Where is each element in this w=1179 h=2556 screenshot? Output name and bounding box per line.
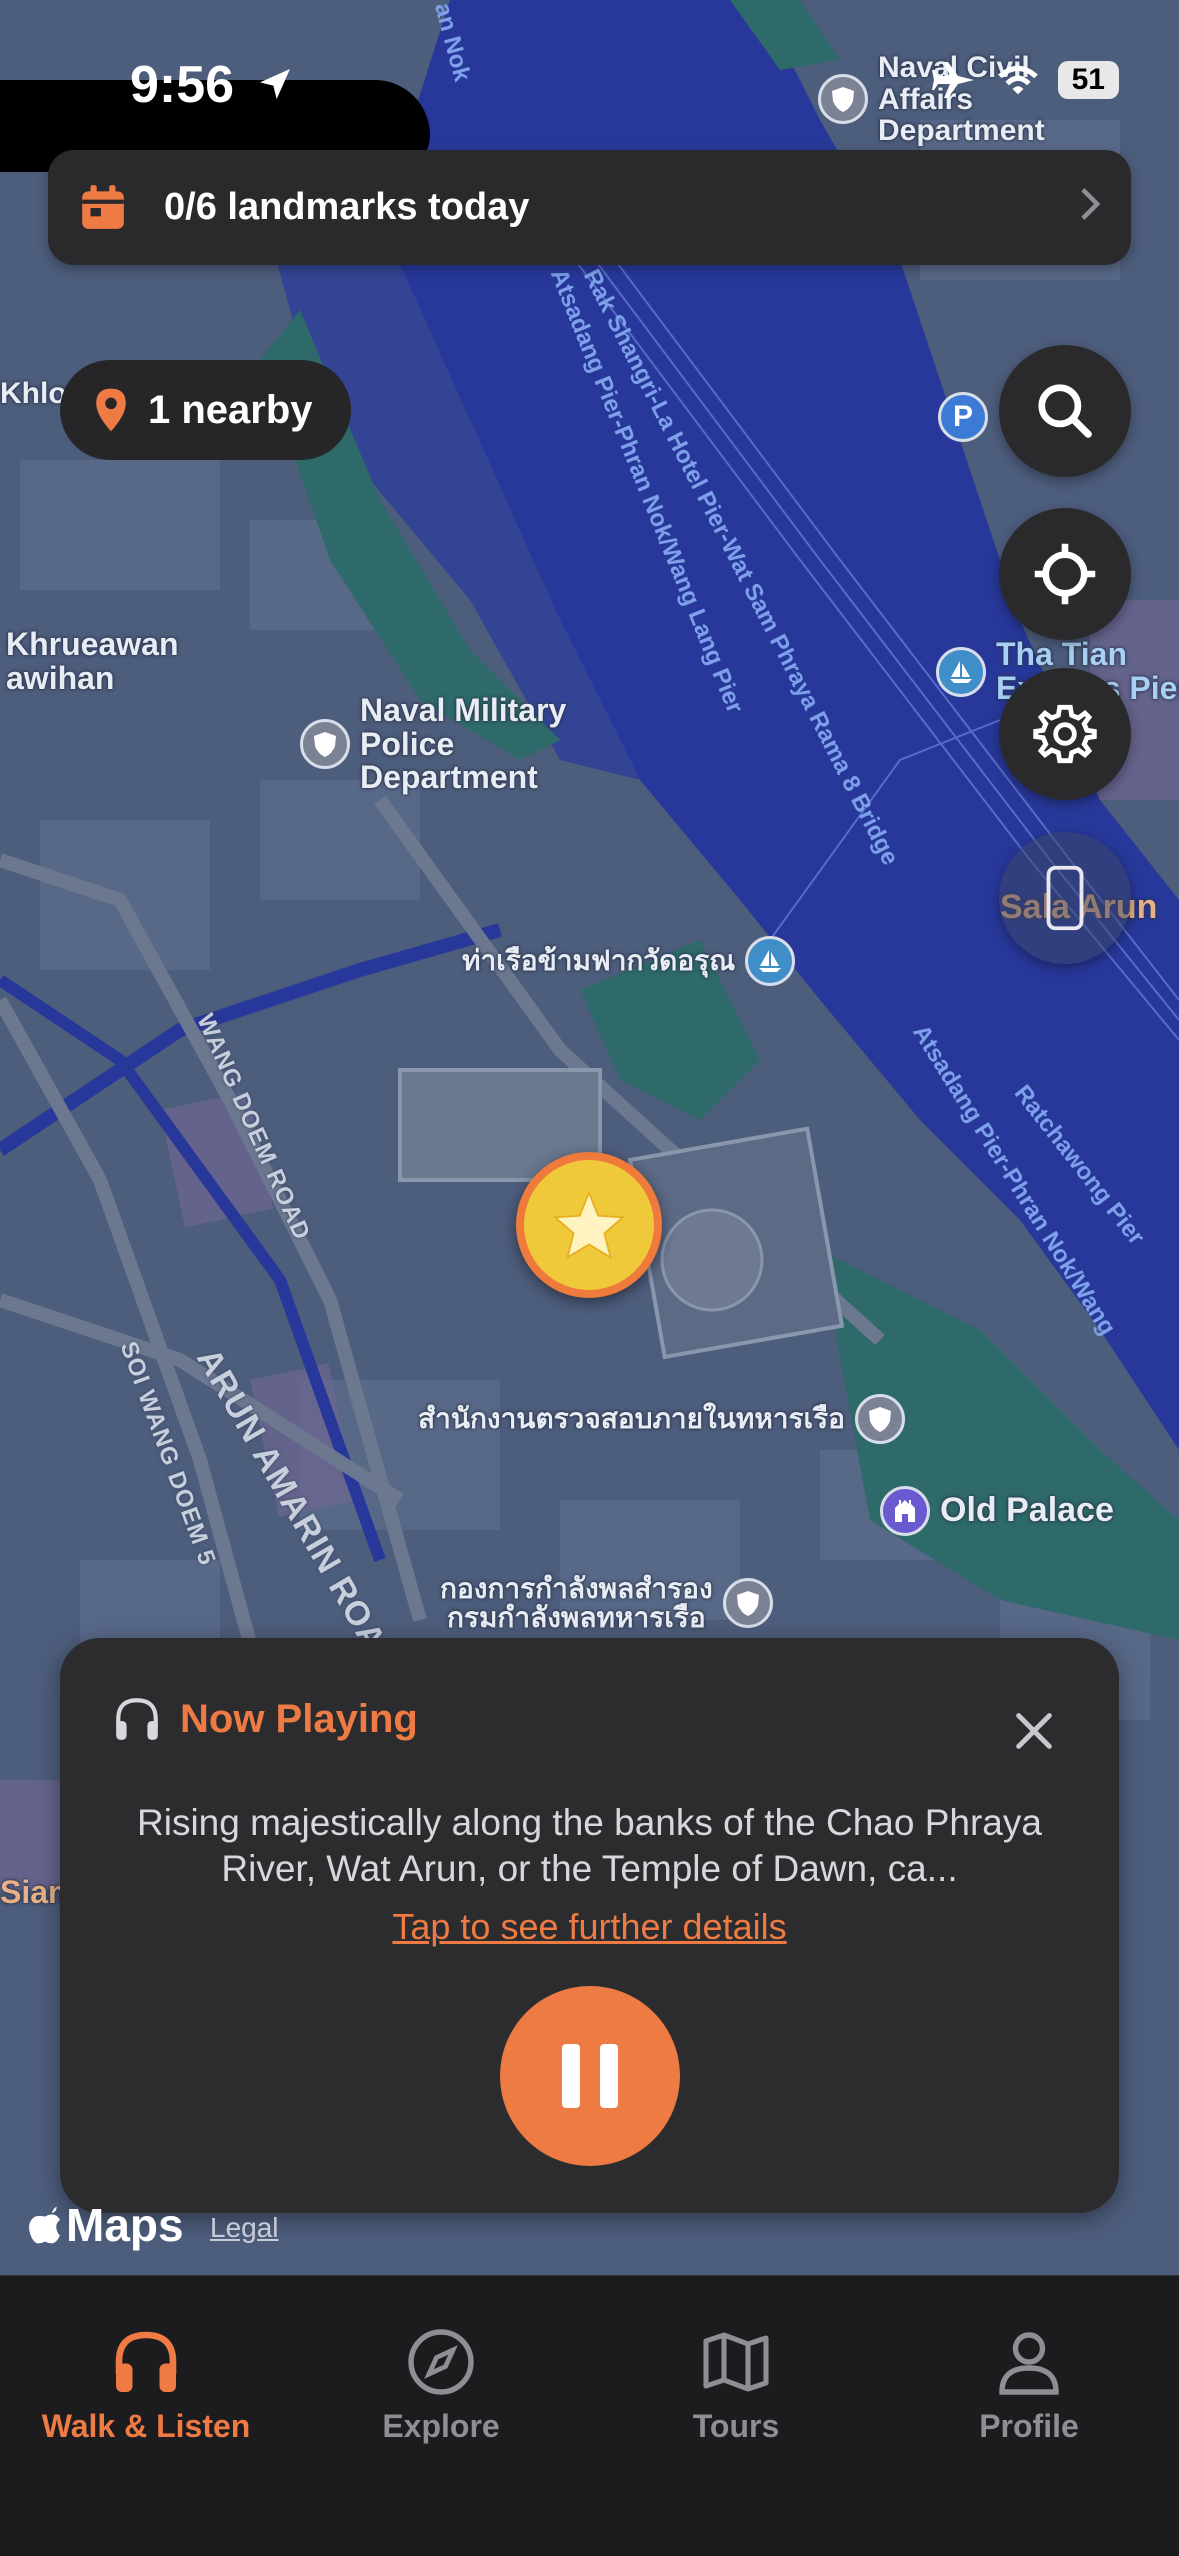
tab-walk-listen[interactable]: Walk & Listen: [16, 2326, 276, 2445]
nearby-count: 1 nearby: [148, 387, 313, 432]
star-icon: [552, 1190, 626, 1260]
tab-bar: Walk & Listen Explore Tours Profile: [0, 2275, 1179, 2556]
boat-icon: [936, 646, 986, 697]
poi-old-palace[interactable]: Old Palace: [880, 1486, 1114, 1536]
poi-naval-force[interactable]: กองการกำลังพลสำรอง กรมกำลังพลทหารเรือ: [440, 1574, 773, 1633]
further-details-link[interactable]: Tap to see further details: [60, 1906, 1119, 1948]
now-playing-card: Now Playing Rising majestically along th…: [60, 1638, 1119, 2213]
location-arrow-icon: [259, 69, 290, 99]
tab-tours[interactable]: Tours: [606, 2326, 866, 2445]
now-playing-description: Rising majestically along the banks of t…: [137, 1802, 1042, 1889]
close-button[interactable]: [1011, 1708, 1057, 1754]
pause-button[interactable]: [500, 1986, 680, 2166]
search-button[interactable]: [999, 345, 1131, 477]
poi-label: ท่าเรือข้ามฟากวัดอรุณ: [462, 945, 736, 977]
poi-parking[interactable]: P: [938, 392, 988, 442]
map-label-khrueawan: Khrueawan awihan: [6, 626, 179, 696]
legal-link[interactable]: Legal: [210, 2212, 279, 2244]
person-icon: [999, 2332, 1059, 2395]
pause-bar-right: [600, 2044, 618, 2108]
poi-label: สำนักงานตรวจสอบภายในทหารเรือ: [418, 1403, 845, 1435]
poi-naval-military[interactable]: Naval Military Police Department: [300, 692, 567, 796]
status-indicators: 51: [930, 60, 1119, 100]
status-time-text: 9:56: [130, 56, 235, 114]
headphones-icon: [116, 1698, 158, 1740]
settings-button[interactable]: [999, 668, 1131, 800]
poi-ferry-pier[interactable]: ท่าเรือข้ามฟากวัดอรุณ: [462, 936, 796, 986]
tab-label: Explore: [382, 2408, 500, 2444]
tab-label: Walk & Listen: [41, 2408, 251, 2444]
poi-label: กองการกำลังพลสำรอง กรมกำลังพลทหารเรือ: [440, 1573, 713, 1634]
device-button[interactable]: [999, 832, 1131, 964]
map-icon: [703, 2332, 769, 2392]
airplane-icon: [931, 62, 974, 98]
apple-maps-logo: Maps: [28, 2198, 184, 2252]
parking-icon: P: [938, 392, 988, 442]
boat-icon: [745, 936, 796, 986]
poi-naval-office[interactable]: สำนักงานตรวจสอบภายในทหารเรือ: [418, 1394, 905, 1444]
search-icon: [1038, 384, 1092, 438]
poi-label: Naval Military Police Department: [360, 692, 567, 796]
shield-icon: [300, 719, 350, 770]
landmarks-banner[interactable]: 0/6 landmarks today: [48, 150, 1131, 265]
close-icon: [1016, 1713, 1052, 1749]
chevron-right-icon: [1079, 183, 1101, 233]
tab-explore[interactable]: Explore: [311, 2326, 571, 2445]
poi-label: Old Palace: [940, 1491, 1114, 1530]
apple-icon: [29, 2206, 60, 2244]
landmarks-banner-text: 0/6 landmarks today: [164, 186, 530, 228]
battery-indicator: 51: [1057, 61, 1119, 99]
locate-me-button[interactable]: [999, 508, 1131, 640]
headphones-icon: [115, 2331, 177, 2392]
location-pin-icon: [96, 388, 126, 432]
phone-icon: [1046, 865, 1084, 931]
pause-bar-left: [562, 2044, 580, 2108]
wifi-icon: [997, 65, 1038, 95]
now-playing-title: Now Playing: [180, 1696, 418, 1741]
status-time: 9:56: [130, 55, 295, 115]
maps-logo-text: Maps: [66, 2199, 184, 2251]
palace-icon: [880, 1486, 930, 1536]
tab-profile[interactable]: Profile: [899, 2326, 1159, 2445]
crosshair-icon: [1034, 543, 1096, 605]
tab-label: Tours: [692, 2408, 780, 2444]
shield-icon: [818, 74, 868, 125]
calendar-icon: [82, 184, 124, 229]
compass-icon: [408, 2329, 474, 2395]
tab-label: Profile: [979, 2408, 1079, 2444]
shield-icon: [854, 1394, 905, 1444]
current-landmark-marker[interactable]: [516, 1152, 662, 1298]
now-playing-header: Now Playing: [112, 1694, 418, 1744]
shield-icon: [722, 1578, 773, 1629]
gear-icon: [1033, 704, 1097, 764]
nearby-pill[interactable]: 1 nearby: [60, 360, 351, 460]
